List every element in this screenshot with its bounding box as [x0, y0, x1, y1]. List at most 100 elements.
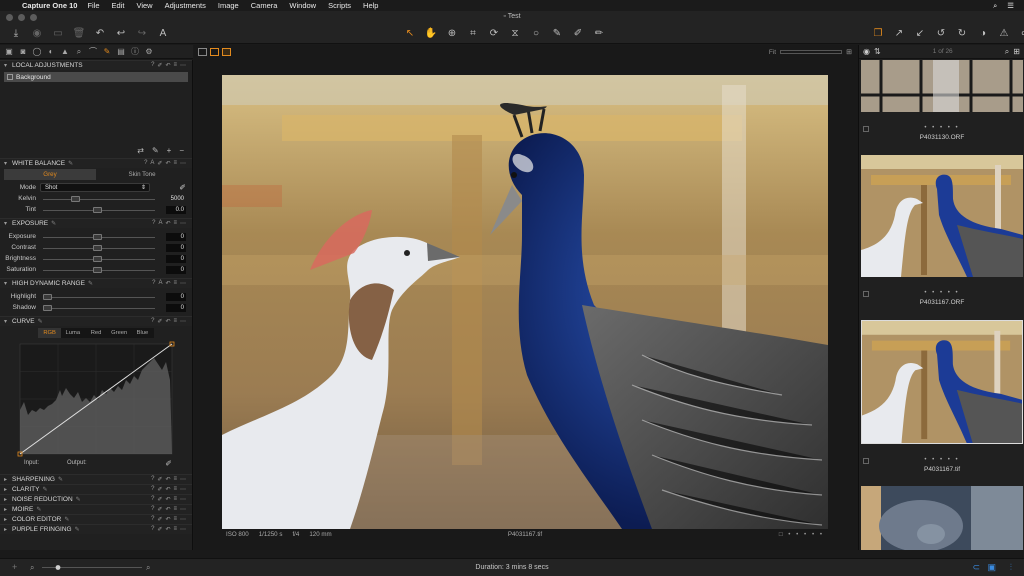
layer-options-icon[interactable]: ⇄: [137, 146, 144, 158]
collapse-arrow-icon[interactable]: ▾: [4, 220, 12, 227]
eye-icon[interactable]: ◉: [863, 47, 870, 56]
spot-removal-icon[interactable]: ○: [530, 27, 542, 39]
more-icon[interactable]: ⋯: [180, 496, 186, 503]
hdr-header[interactable]: ▾ HIGH DYNAMIC RANGE ✎ ? A ↶ ≡ ⋯: [0, 278, 192, 288]
auto-icon[interactable]: A: [158, 220, 162, 227]
more-icon[interactable]: ⋯: [180, 506, 186, 513]
help-icon[interactable]: ?: [151, 62, 154, 69]
tint-slider[interactable]: [43, 206, 155, 214]
pick-icon[interactable]: ✐: [157, 318, 162, 325]
expand-arrow-icon[interactable]: ▸: [4, 516, 12, 523]
help-icon[interactable]: ?: [151, 486, 154, 493]
pick-icon[interactable]: ✐: [157, 516, 162, 523]
exposure-value[interactable]: 0: [166, 232, 186, 241]
exposure-tab-icon[interactable]: ▲: [60, 47, 70, 57]
curve-picker-icon[interactable]: ✐: [165, 459, 172, 468]
tab-green[interactable]: Green: [108, 328, 131, 338]
reset-section-icon[interactable]: ↶: [165, 506, 170, 513]
wb-picker-icon[interactable]: ✐: [179, 183, 186, 192]
library-tab-icon[interactable]: ▣: [4, 47, 14, 57]
white-balance-header[interactable]: ▾ WHITE BALANCE ✎ ? A ✐ ↶ ≡ ⋯: [0, 158, 192, 168]
exposure-header[interactable]: ▾ EXPOSURE ✎ ? A ↶ ≡ ⋯: [0, 218, 192, 228]
reset-section-icon[interactable]: ↶: [165, 220, 170, 227]
trash-icon[interactable]: 🗑: [73, 27, 86, 39]
help-icon[interactable]: ?: [151, 496, 154, 503]
fit-label[interactable]: Fit: [769, 49, 776, 56]
help-icon[interactable]: ?: [151, 476, 154, 483]
kelvin-value[interactable]: 5000: [166, 195, 186, 203]
menu-camera[interactable]: Camera: [251, 1, 278, 10]
menu-help[interactable]: Help: [363, 1, 378, 10]
import-icon[interactable]: ⤓: [10, 27, 22, 39]
capture-icon[interactable]: ◉: [31, 27, 43, 39]
batch-tab-icon[interactable]: ⚙: [144, 47, 154, 57]
keystone-icon[interactable]: ⧖: [509, 27, 521, 39]
grid-view-icon[interactable]: [198, 48, 207, 56]
thumb-rating[interactable]: • • • • •: [861, 125, 1023, 131]
app-menu[interactable]: Capture One 10: [22, 1, 77, 10]
apply-adjustments-icon[interactable]: ↙: [914, 27, 926, 39]
menu-scripts[interactable]: Scripts: [328, 1, 351, 10]
rotate-icon[interactable]: ⟳: [488, 27, 500, 39]
menu-icon[interactable]: ≡: [173, 280, 177, 287]
menu-icon[interactable]: ≡: [173, 160, 177, 167]
color-editor-header[interactable]: ▸ COLOR EDITOR ✎ ? ✐ ↶ ≡ ⋯: [0, 514, 192, 524]
add-layer-icon[interactable]: +: [167, 146, 172, 158]
metadata-tab-icon[interactable]: ⓘ: [130, 47, 140, 57]
tab-blue[interactable]: Blue: [131, 328, 154, 338]
saturation-slider[interactable]: [43, 266, 155, 274]
select-cursor-icon[interactable]: ↖: [404, 27, 416, 39]
more-icon[interactable]: ⋯: [180, 526, 186, 533]
menu-icon[interactable]: ≡: [173, 506, 177, 513]
curve-graph[interactable]: [0, 340, 193, 458]
lens-tab-icon[interactable]: ◯: [32, 47, 42, 57]
menu-icon[interactable]: ≡: [173, 318, 177, 325]
collapse-arrow-icon[interactable]: ▾: [4, 62, 12, 69]
color-picker-icon[interactable]: ✐: [572, 27, 584, 39]
saturation-value[interactable]: 0: [166, 265, 186, 274]
capture-tab-icon[interactable]: ◙: [18, 47, 28, 57]
menu-icon[interactable]: ≡: [173, 486, 177, 493]
color-tab-icon[interactable]: ◐: [46, 47, 56, 57]
highlight-warning-icon[interactable]: ◑: [977, 27, 989, 39]
menu-icon[interactable]: ≡: [173, 62, 177, 69]
slider-knob[interactable]: [93, 206, 102, 213]
brightness-value[interactable]: 0: [166, 254, 186, 263]
rotate-left-icon[interactable]: ↺: [935, 27, 947, 39]
cache-icon[interactable]: ❐: [872, 27, 884, 39]
multi-view-icon[interactable]: [222, 48, 231, 56]
expand-arrow-icon[interactable]: ▸: [4, 506, 12, 513]
sharpening-header[interactable]: ▸ SHARPENING ✎ ? ✐ ↶ ≡ ⋯: [0, 474, 192, 484]
kelvin-slider[interactable]: [43, 195, 155, 203]
layer-checkbox[interactable]: [7, 74, 13, 80]
expand-arrow-icon[interactable]: ▸: [4, 486, 12, 493]
slider-knob[interactable]: [93, 233, 102, 240]
remove-layer-icon[interactable]: −: [179, 146, 184, 158]
brightness-slider[interactable]: [43, 255, 155, 263]
thumbnail-3-selected[interactable]: [861, 320, 1023, 444]
tab-rgb[interactable]: RGB: [38, 328, 62, 338]
contrast-value[interactable]: 0: [166, 243, 186, 252]
layer-brush-icon[interactable]: ✎: [152, 146, 159, 158]
tab-grey[interactable]: Grey: [4, 169, 96, 180]
more-icon[interactable]: ⋯: [180, 486, 186, 493]
proof-glasses-icon[interactable]: ∞: [1019, 27, 1024, 39]
output-tab-icon[interactable]: ▤: [116, 47, 126, 57]
slider-knob[interactable]: [71, 195, 80, 202]
reset-icon[interactable]: ↶: [94, 27, 106, 39]
details-tab-icon[interactable]: ⌕: [74, 47, 84, 57]
slider-knob[interactable]: [93, 255, 102, 262]
slider-knob[interactable]: [93, 244, 102, 251]
noise-reduction-header[interactable]: ▸ NOISE REDUCTION ✎ ? ✐ ↶ ≡ ⋯: [0, 494, 192, 504]
zoom-tool-icon[interactable]: ⊕: [446, 27, 458, 39]
shadow-slider[interactable]: [43, 304, 155, 312]
tab-skin-tone[interactable]: Skin Tone: [96, 169, 188, 180]
help-icon[interactable]: ?: [144, 160, 147, 167]
pick-icon[interactable]: ✐: [157, 506, 162, 513]
menu-icon[interactable]: ≡: [173, 476, 177, 483]
expand-arrow-icon[interactable]: ▸: [4, 496, 12, 503]
clarity-header[interactable]: ▸ CLARITY ✎ ? ✐ ↶ ≡ ⋯: [0, 484, 192, 494]
contrast-slider[interactable]: [43, 244, 155, 252]
auto-adjust-icon[interactable]: A: [157, 27, 169, 39]
highlight-value[interactable]: 0: [166, 292, 186, 301]
